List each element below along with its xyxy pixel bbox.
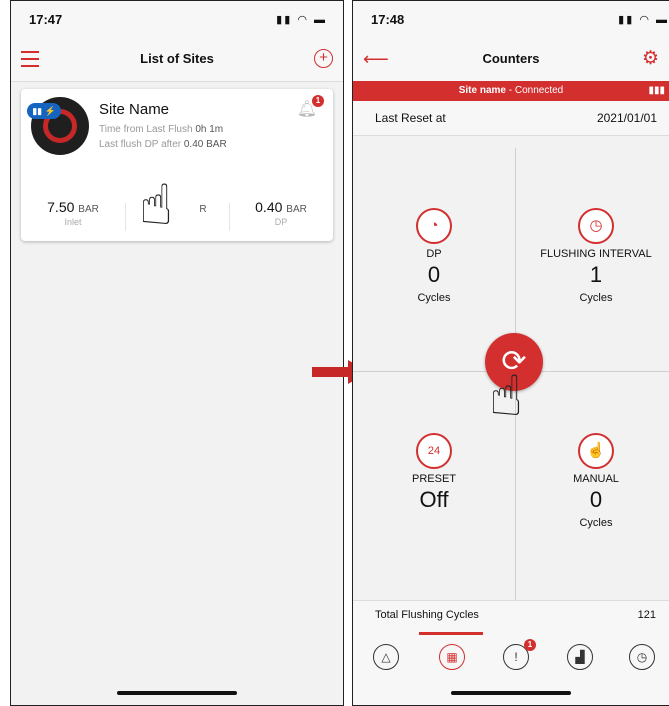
flushing-interval-unit: Cycles <box>579 292 613 304</box>
tap-hand-icon: ☝︎ <box>489 364 524 427</box>
last-flush-value: 0h 1m <box>195 124 224 135</box>
bell-icon[interactable]: 🔔︎ 1 <box>297 95 324 119</box>
site-name: Site Name <box>99 101 170 118</box>
status-icons: ▮▮ ◠ ▬ <box>618 14 669 26</box>
manual-counter: ☝ MANUAL 0 Cycles <box>521 433 669 529</box>
preset-counter: 24 PRESET Off <box>359 433 509 513</box>
nav-bar: List of Sites + <box>11 37 343 82</box>
flushing-interval-label: FLUSHING INTERVAL <box>540 248 652 260</box>
status-time: 17:47 <box>29 12 63 27</box>
list-of-sites-screen: 17:47 ▮▮ ◠ ▬ List of Sites + ▮▮ ⚡ Site N… <box>10 0 344 706</box>
add-site-button[interactable]: + <box>314 49 333 68</box>
site-metrics: 7.50 BAR Inlet R 0.40 BAR DP <box>21 199 333 233</box>
status-bar: 17:48 ▮▮ ◠ ▬ <box>353 1 669 37</box>
connection-banner: Site name - Connected ▮▮▮ <box>353 81 669 101</box>
active-tab-indicator <box>419 632 483 635</box>
nav-bar: ⟵ Counters ⚙ <box>353 37 669 81</box>
outlet-unit: R <box>199 204 207 215</box>
total-flushing-row: Total Flushing Cycles 121 <box>353 600 669 629</box>
status-icons: ▮▮ ◠ ▬ <box>276 14 327 26</box>
last-dp-label: Last flush DP after <box>99 139 182 150</box>
connection-status: - Connected <box>508 85 564 96</box>
status-time: 17:48 <box>371 12 405 27</box>
inlet-unit: BAR <box>78 204 99 215</box>
tab-dp-icon[interactable]: △ <box>373 644 399 670</box>
preset-label: PRESET <box>411 473 456 485</box>
hand-icon: ☝ <box>578 433 614 469</box>
flushing-interval-counter: ◷ FLUSHING INTERVAL 1 Cycles <box>521 208 669 304</box>
dp-counter: ◔ DP 0 Cycles <box>359 208 509 304</box>
dp-counter-label: DP <box>426 248 442 260</box>
24h-icon: 24 <box>416 433 452 469</box>
inlet-value: 7.50 <box>47 199 75 215</box>
inlet-label: Inlet <box>64 217 82 227</box>
total-flushing-value: 121 <box>637 609 656 621</box>
tab-alerts-icon[interactable]: ! 1 <box>503 639 536 670</box>
notification-badge: 1 <box>312 95 324 107</box>
site-avatar: ▮▮ ⚡ <box>27 97 89 155</box>
tab-counters-icon[interactable]: ▦ <box>439 644 465 670</box>
site-card[interactable]: ▮▮ ⚡ Site Name Time from Last Flush 0h 1… <box>21 89 333 241</box>
last-reset-label: Last Reset at <box>375 111 446 125</box>
manual-value: 0 <box>589 487 603 512</box>
clock-icon: ◷ <box>578 208 614 244</box>
manual-unit: Cycles <box>579 517 613 529</box>
counters-screen: 17:48 ▮▮ ◠ ▬ ⟵ Counters ⚙ Site name - Co… <box>352 0 669 706</box>
gear-icon[interactable]: ⚙ <box>642 47 659 70</box>
last-flush-label: Time from Last Flush <box>99 124 193 135</box>
inlet-metric: 7.50 BAR Inlet <box>21 199 125 227</box>
last-dp-info: Last flush DP after 0.40 BAR <box>99 139 227 150</box>
page-title: Counters <box>482 51 540 66</box>
total-flushing-label: Total Flushing Cycles <box>375 609 479 621</box>
signal-icon: ▮▮▮ <box>648 85 665 96</box>
home-indicator <box>451 691 571 695</box>
home-indicator <box>117 691 237 695</box>
last-flush-info: Time from Last Flush 0h 1m <box>99 124 223 135</box>
preset-value: Off <box>419 487 449 512</box>
counters-grid: ◔ DP 0 Cycles ◷ FLUSHING INTERVAL 1 Cycl… <box>353 148 669 600</box>
last-reset-row: Last Reset at 2021/01/01 <box>353 101 669 136</box>
last-dp-value: 0.40 BAR <box>183 139 227 150</box>
connected-site-name: Site name <box>458 85 506 96</box>
alerts-badge: 1 <box>524 639 536 651</box>
connection-badge-icon: ▮▮ ⚡ <box>27 103 61 119</box>
status-bar: 17:47 ▮▮ ◠ ▬ <box>11 1 343 37</box>
page-title: List of Sites <box>140 51 214 66</box>
dp-unit: BAR <box>286 204 307 215</box>
manual-label: MANUAL <box>573 473 619 485</box>
tab-signal-icon[interactable]: ▟ <box>567 644 593 670</box>
dp-counter-value: 0 <box>427 262 441 287</box>
dp-value: 0.40 <box>255 199 283 215</box>
tap-hand-icon: ☝︎ <box>139 173 174 236</box>
flushing-interval-value: 1 <box>589 262 603 287</box>
last-reset-value: 2021/01/01 <box>596 111 657 125</box>
gauge-icon: ◔ <box>416 208 452 244</box>
dp-label: DP <box>274 217 288 227</box>
dp-counter-unit: Cycles <box>417 292 451 304</box>
tab-history-icon[interactable]: ◷ <box>629 644 655 670</box>
dp-metric: 0.40 BAR DP <box>229 199 333 227</box>
